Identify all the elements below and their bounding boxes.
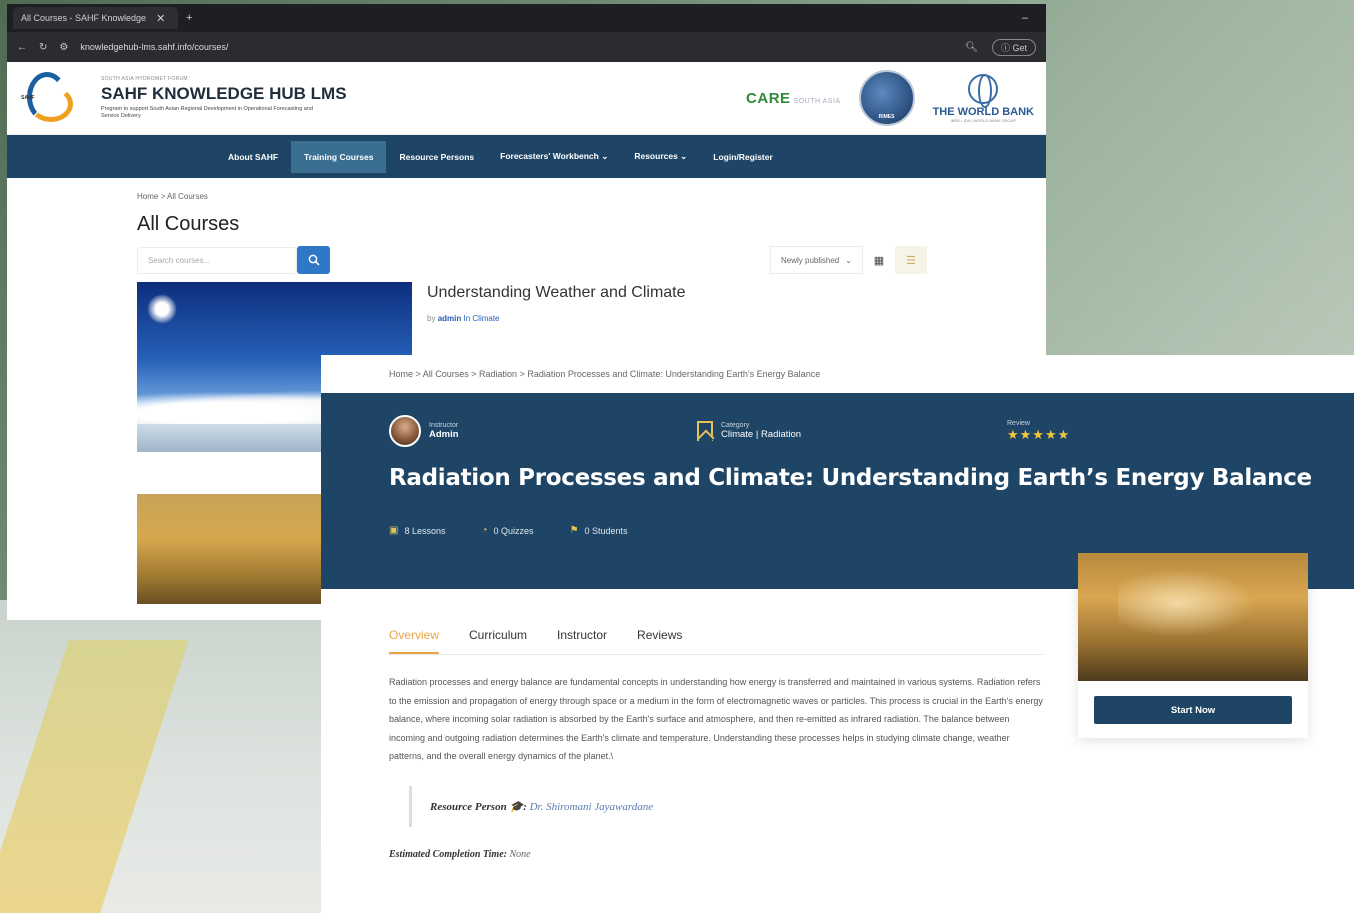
site-subtitle: Program to support South Asian Regional …: [101, 106, 313, 119]
course-category[interactable]: Climate: [472, 314, 499, 323]
search-icon[interactable]: 🔍︎: [965, 42, 978, 53]
course-breadcrumb[interactable]: Home > All Courses > Radiation > Radiati…: [321, 355, 1354, 393]
site-title[interactable]: SAHF KNOWLEDGE HUB LMS: [101, 84, 347, 104]
estimated-time: Estimated Completion Time: None: [389, 849, 1044, 860]
course-tools: Search courses... Newly published ⌄ ▦ ☰: [137, 246, 1046, 274]
partner-logos: CARE SOUTH ASIA RIMES THE WORLD BANK IBRD…: [746, 70, 1034, 126]
quiz-icon: ◔: [481, 525, 488, 536]
search-button[interactable]: [297, 246, 330, 274]
course-sidebar-card: Start Now: [1078, 553, 1308, 738]
category-meta: Category Climate | Radiation: [697, 421, 1007, 441]
category-value[interactable]: Climate | Radiation: [721, 429, 801, 440]
brand: SOUTH ASIA HYDROMET FORUM SAHF KNOWLEDGE…: [101, 76, 347, 120]
tab-instructor[interactable]: Instructor: [557, 628, 607, 646]
review-meta: Review ★★★★★: [1007, 420, 1070, 443]
chevron-down-icon: ⌄: [845, 255, 852, 265]
category-label: Category: [721, 422, 750, 429]
course-title: Radiation Processes and Climate: Underst…: [389, 465, 1312, 491]
course-by: by: [427, 314, 436, 323]
browser-tab-bar: All Courses - SAHF Knowledge ✕ + –: [7, 4, 1046, 32]
brand-small-text: SOUTH ASIA HYDROMET FORUM: [101, 76, 188, 82]
back-icon[interactable]: ←: [17, 42, 27, 53]
site-header: SAHF SOUTH ASIA HYDROMET FORUM SAHF KNOW…: [7, 62, 1046, 135]
course-main: Overview Curriculum Instructor Reviews R…: [389, 619, 1044, 860]
course-body: Overview Curriculum Instructor Reviews R…: [321, 553, 1354, 860]
list-view-icon[interactable]: ☰: [894, 246, 927, 274]
main-nav: About SAHF Training Courses Resource Per…: [7, 135, 1046, 178]
course-meta-row: Instructor Admin Category Climate | Radi…: [389, 393, 1354, 447]
review-label: Review: [1007, 419, 1030, 427]
nav-resource-persons[interactable]: Resource Persons: [386, 141, 487, 173]
students-icon: ⚑: [569, 525, 579, 536]
new-tab-icon[interactable]: +: [186, 12, 192, 24]
logo-text: SAHF: [21, 95, 35, 101]
course-image: [1078, 553, 1308, 681]
start-now-button[interactable]: Start Now: [1094, 696, 1292, 724]
tab-curriculum[interactable]: Curriculum: [469, 628, 527, 646]
resource-person-quote: Resource Person 🎓: Dr. Shiromani Jayawar…: [409, 785, 1044, 827]
page-title: All Courses: [137, 213, 240, 235]
course-author[interactable]: admin: [438, 314, 462, 323]
care-logo: CARE SOUTH ASIA: [746, 90, 841, 107]
minimize-icon[interactable]: –: [1022, 12, 1046, 24]
quizzes-count: 0 Quizzes: [493, 525, 534, 536]
lessons-stat: ▣ 8 Lessons: [389, 525, 445, 536]
rimes-logo: RIMES: [858, 70, 915, 126]
course-description: Radiation processes and energy balance a…: [389, 677, 1043, 761]
instructor-label: Instructor: [429, 422, 459, 429]
sahf-logo-icon[interactable]: SAHF: [19, 68, 77, 128]
globe-icon: [968, 73, 999, 108]
students-stat: ⚑ 0 Students: [570, 525, 628, 536]
nav-about[interactable]: About SAHF: [215, 141, 291, 173]
url-field[interactable]: knowledgehub-lms.sahf.info/courses/: [80, 42, 228, 52]
world-bank-logo: THE WORLD BANK IBRD • IDA | WORLD BANK G…: [933, 73, 1034, 123]
search-input[interactable]: Search courses...: [137, 246, 297, 274]
rating-stars: ★★★★★: [1007, 426, 1071, 442]
avatar[interactable]: [389, 415, 421, 447]
sun: [147, 294, 177, 324]
browser-tab[interactable]: All Courses - SAHF Knowledge ✕: [13, 7, 178, 29]
breadcrumb[interactable]: Home > All Courses: [137, 192, 1046, 201]
resource-person-label: Resource Person 🎓:: [430, 800, 527, 813]
grid-view-icon[interactable]: ▦: [863, 246, 895, 274]
course-tabs: Overview Curriculum Instructor Reviews: [389, 619, 1044, 655]
estimated-time-value: None: [509, 848, 531, 860]
close-icon[interactable]: ✕: [156, 12, 165, 25]
care-logo-sub: SOUTH ASIA: [793, 97, 841, 105]
sort-label: Newly published: [781, 255, 840, 265]
instructor-meta: Instructor Admin: [389, 415, 697, 447]
nav-resources[interactable]: Resources ⌄: [621, 141, 700, 173]
address-bar: ← ↻ ⚙ knowledgehub-lms.sahf.info/courses…: [7, 32, 1046, 62]
lessons-icon: ▣: [389, 525, 399, 536]
bookmark-icon: [697, 421, 713, 441]
instructor-name[interactable]: Admin: [429, 429, 459, 440]
profile-label: Get: [1012, 42, 1027, 53]
world-bank-sub: IBRD • IDA | WORLD BANK GROUP: [950, 117, 1017, 123]
care-logo-text: CARE: [746, 89, 791, 107]
nav-forecasters-workbench[interactable]: Forecasters' Workbench ⌄: [487, 141, 621, 173]
lessons-count: 8 Lessons: [404, 525, 446, 536]
course-meta: by admin In Climate: [427, 314, 686, 323]
site-info-icon[interactable]: ⚙: [59, 42, 68, 53]
reload-icon[interactable]: ↻: [39, 42, 47, 53]
tab-reviews[interactable]: Reviews: [637, 628, 682, 646]
resource-person-link[interactable]: Dr. Shiromani Jayawardane: [530, 801, 654, 813]
students-count: 0 Students: [584, 525, 628, 536]
profile-button[interactable]: ⓘ Get: [991, 38, 1036, 56]
quizzes-stat: ◔ 0 Quizzes: [481, 525, 533, 536]
course-detail-window: Home > All Courses > Radiation > Radiati…: [321, 355, 1354, 913]
estimated-time-label: Estimated Completion Time:: [389, 848, 507, 860]
sort-select[interactable]: Newly published ⌄: [770, 246, 863, 274]
search-icon: [308, 254, 320, 266]
browser-tab-title: All Courses - SAHF Knowledge: [21, 13, 147, 23]
nav-login-register[interactable]: Login/Register: [700, 141, 786, 173]
course-title[interactable]: Understanding Weather and Climate: [427, 284, 686, 302]
rimes-logo-text: RIMES: [878, 114, 895, 120]
tab-overview[interactable]: Overview: [389, 628, 440, 654]
course-stats: ▣ 8 Lessons ◔ 0 Quizzes ⚑ 0 Students: [389, 525, 1354, 536]
course-in: In: [463, 314, 471, 323]
nav-training-courses[interactable]: Training Courses: [291, 140, 387, 173]
